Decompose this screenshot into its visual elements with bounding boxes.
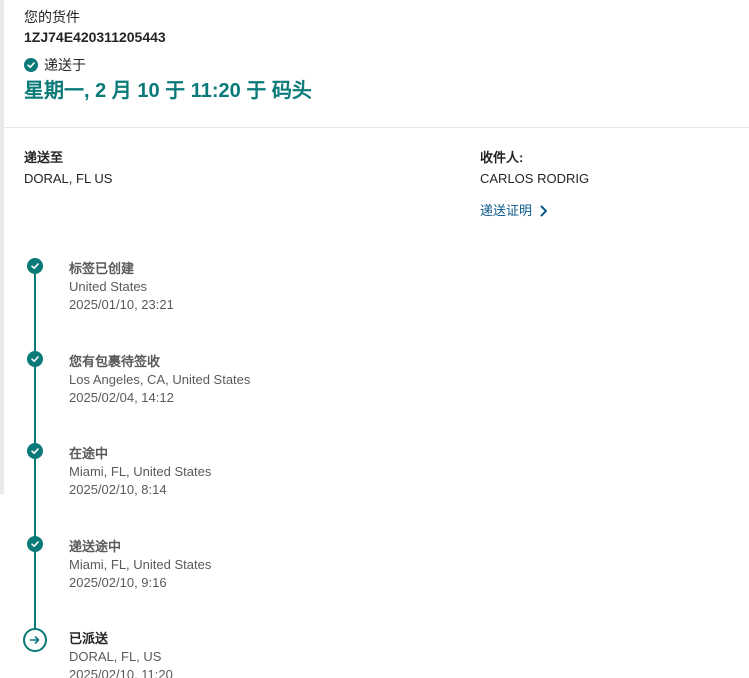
chevron-right-icon bbox=[540, 205, 548, 217]
event-details: 已派送 DORAL, FL, US 2025/02/10, 11:20 bbox=[69, 630, 173, 678]
event-details: 递送途中 Miami, FL, United States 2025/02/10… bbox=[69, 538, 211, 592]
event-time: 2025/01/10, 23:21 bbox=[69, 297, 174, 312]
event-title: 在途中 bbox=[69, 446, 109, 461]
event-details: 在途中 Miami, FL, United States 2025/02/10,… bbox=[69, 445, 211, 499]
event-location: Miami, FL, United States bbox=[69, 464, 212, 479]
event-title: 您有包裹待签收 bbox=[69, 354, 161, 369]
tracking-timeline: 标签已创建 United States 2025/01/10, 23:21 您有… bbox=[23, 258, 724, 678]
event-time: 2025/02/10, 8:14 bbox=[69, 482, 167, 497]
event-details: 您有包裹待签收 Los Angeles, CA, United States 2… bbox=[69, 353, 250, 407]
event-location: Los Angeles, CA, United States bbox=[69, 372, 251, 387]
event-title: 已派送 bbox=[69, 631, 109, 646]
event-time: 2025/02/10, 9:16 bbox=[69, 575, 167, 590]
delivered-date: 星期一, 2 月 10 于 11:20 于 码头 bbox=[24, 80, 312, 102]
shipment-header: 您的货件 1ZJ74E420311205443 递送于 星期一, 2 月 10 … bbox=[24, 8, 724, 104]
status-row: 递送于 bbox=[24, 56, 724, 74]
event-location: Miami, FL, United States bbox=[69, 557, 212, 572]
ship-to-section: 递送至 DORAL, FL US bbox=[24, 149, 112, 188]
arrow-right-circle-icon bbox=[23, 628, 47, 652]
proof-of-delivery-link[interactable]: 递送证明 bbox=[480, 202, 548, 220]
event-location: United States bbox=[69, 279, 148, 294]
event-time: 2025/02/10, 11:20 bbox=[69, 667, 173, 678]
proof-of-delivery-label: 递送证明 bbox=[480, 203, 533, 218]
event-title: 递送途中 bbox=[69, 539, 122, 554]
status-label: 递送于 bbox=[44, 57, 86, 73]
event-details: 标签已创建 United States 2025/01/10, 23:21 bbox=[69, 260, 174, 314]
event-time: 2025/02/04, 14:12 bbox=[69, 390, 174, 405]
tracking-number: 1ZJ74E420311205443 bbox=[24, 29, 166, 45]
ship-to-address: DORAL, FL US bbox=[24, 171, 113, 186]
receiver-heading: 收件人: bbox=[480, 150, 524, 165]
receiver-section: 收件人: CARLOS RODRIG 递送证明 bbox=[480, 149, 589, 220]
ship-to-heading: 递送至 bbox=[24, 150, 64, 165]
check-circle-icon bbox=[27, 258, 43, 274]
divider bbox=[4, 127, 749, 128]
left-edge-bar bbox=[0, 0, 4, 494]
tracking-page: 您的货件 1ZJ74E420311205443 递送于 星期一, 2 月 10 … bbox=[0, 0, 749, 678]
check-circle-icon bbox=[27, 536, 43, 552]
event-title: 标签已创建 bbox=[69, 261, 135, 276]
event-location: DORAL, FL, US bbox=[69, 649, 162, 664]
check-circle-icon bbox=[27, 351, 43, 367]
shipment-label: 您的货件 bbox=[24, 9, 80, 25]
check-circle-icon bbox=[24, 58, 38, 72]
receiver-name: CARLOS RODRIG bbox=[480, 171, 590, 186]
check-circle-icon bbox=[27, 443, 43, 459]
